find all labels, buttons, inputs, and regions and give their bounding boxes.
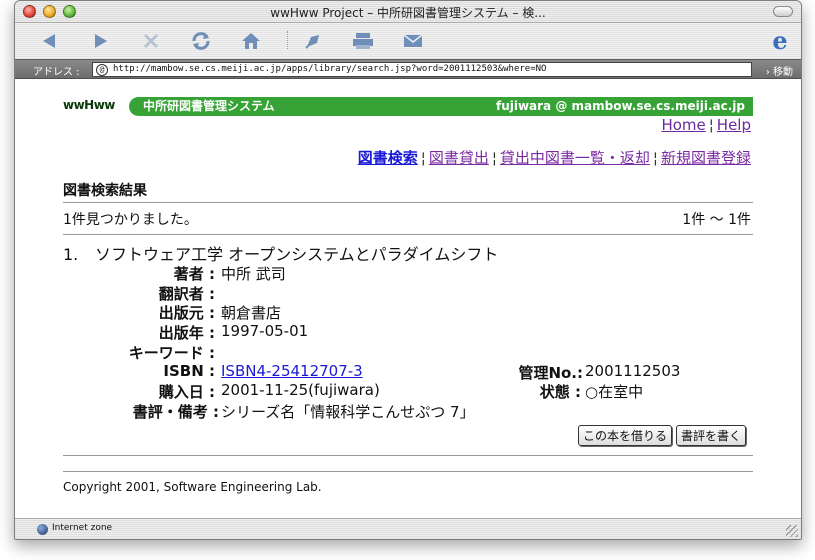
main-nav: 図書検索 ¦ 図書貸出 ¦ 貸出中図書一覧・返却 ¦ 新規図書登録 <box>358 147 751 168</box>
address-label: アドレス : <box>33 67 80 78</box>
system-title: 中所研図書管理システム <box>143 99 275 113</box>
page-content: wwHww 中所研図書管理システム fujiwara @ mambow.se.c… <box>15 80 801 519</box>
stop-button[interactable] <box>131 27 171 55</box>
window-title: wwHww Project – 中所研図書管理システム – 検... <box>270 6 546 20</box>
status-text: Internet zone <box>52 523 113 533</box>
results-heading: 図書検索結果 <box>63 183 147 199</box>
top-links: Home ¦ Help <box>661 116 751 134</box>
nav-list-return-link[interactable]: 貸出中図書一覧・返却 <box>500 149 650 167</box>
keyword-row: キーワード : <box>15 342 215 362</box>
address-url: http://mambow.se.cs.meiji.ac.jp/apps/lib… <box>113 64 547 74</box>
divider <box>63 455 753 456</box>
toolbar-separator <box>287 31 288 49</box>
logged-in-user: fujiwara @ mambow.se.cs.meiji.ac.jp <box>495 99 745 113</box>
status-value: ○在室中 <box>585 383 644 401</box>
results-range: 1件 〜 1件 <box>682 212 751 228</box>
nav-search-link[interactable]: 図書検索 <box>358 149 418 167</box>
autofill-icon <box>305 35 319 49</box>
author-value: 中所 武司 <box>221 265 286 283</box>
publisher-label: 出版元 : <box>158 304 215 322</box>
back-button[interactable] <box>29 27 69 55</box>
keyword-label: キーワード : <box>128 344 215 362</box>
page-icon: @ <box>96 64 108 76</box>
back-arrow-icon <box>43 34 55 48</box>
print-icon <box>353 33 373 49</box>
borrow-button[interactable]: この本を借りる <box>577 425 672 446</box>
year-value: 1997-05-01 <box>221 322 309 340</box>
divider <box>63 471 753 472</box>
author-row: 著者 : <box>15 263 215 283</box>
go-label: 移動 <box>773 67 793 78</box>
refresh-button[interactable] <box>181 27 221 55</box>
translator-label: 翻訳者 : <box>158 285 215 303</box>
print-button[interactable] <box>343 27 383 55</box>
divider <box>63 234 753 235</box>
site-banner: wwHww 中所研図書管理システム fujiwara @ mambow.se.c… <box>63 97 753 117</box>
mgmt-label: 管理No.: <box>518 364 583 382</box>
stop-icon <box>143 33 159 49</box>
title-bar[interactable]: wwHww Project – 中所研図書管理システム – 検... <box>15 1 801 23</box>
publisher-value: 朝倉書店 <box>221 304 282 322</box>
mail-icon <box>403 34 423 47</box>
mgmt-row: 管理No.: <box>15 362 583 382</box>
mail-button[interactable] <box>393 27 433 55</box>
publisher-row: 出版元 : <box>15 302 215 322</box>
status-label: 状態 : <box>539 383 581 401</box>
book-title-row: 1. ソフトウェア工学 オープンシステムとパラダイムシフト <box>63 241 498 265</box>
book-number: 1. <box>63 245 79 264</box>
copyright: Copyright 2001, Software Engineering Lab… <box>63 480 322 494</box>
book-actions: この本を借りる 書評を書く <box>577 425 746 446</box>
forward-arrow-icon <box>95 34 107 48</box>
year-row: 出版年 : <box>15 322 215 342</box>
autofill-button[interactable] <box>293 27 333 55</box>
resize-grip-icon[interactable] <box>786 525 798 537</box>
banner-bar: 中所研図書管理システム fujiwara @ mambow.se.cs.meij… <box>129 97 753 116</box>
home-link[interactable]: Home <box>661 116 705 134</box>
review-row: 書評・備考 : <box>15 401 219 421</box>
book-title: ソフトウェア工学 オープンシステムとパラダイムシフト <box>95 245 499 264</box>
mgmt-value: 2001112503 <box>585 362 681 380</box>
home-icon <box>242 33 260 49</box>
address-input[interactable]: @ http://mambow.se.cs.meiji.ac.jp/apps/l… <box>92 62 752 77</box>
address-bar: アドレス : @ http://mambow.se.cs.meiji.ac.jp… <box>15 59 801 79</box>
help-link[interactable]: Help <box>717 116 751 134</box>
status-row: 状態 : <box>15 381 581 401</box>
home-button[interactable] <box>231 27 271 55</box>
review-label: 書評・備考 : <box>132 403 219 421</box>
results-count: 1件見つかりました。 <box>63 212 198 228</box>
write-review-button[interactable]: 書評を書く <box>675 425 746 446</box>
author-label: 著者 : <box>173 265 215 283</box>
forward-button[interactable] <box>81 27 121 55</box>
browser-toolbar: e <box>15 23 801 59</box>
status-bar: Internet zone <box>15 518 801 539</box>
divider <box>63 202 753 203</box>
link-separator: ¦ <box>708 116 714 134</box>
year-label: 出版年 : <box>158 324 215 342</box>
nav-separator: ¦ <box>491 149 497 167</box>
site-logo: wwHww <box>63 98 115 112</box>
globe-icon <box>37 524 48 535</box>
ie-logo-icon: e <box>772 25 788 55</box>
nav-lend-link[interactable]: 図書貸出 <box>429 149 489 167</box>
refresh-icon <box>192 32 210 50</box>
translator-row: 翻訳者 : <box>15 283 215 303</box>
toolbar-toggle-button[interactable] <box>773 6 793 17</box>
browser-window: wwHww Project – 中所研図書管理システム – 検... e アドレ… <box>14 0 802 540</box>
go-button[interactable]: › 移動 <box>766 63 793 78</box>
nav-separator: ¦ <box>420 149 426 167</box>
nav-register-link[interactable]: 新規図書登録 <box>661 149 751 167</box>
review-value: シリーズ名「情報科学こんせぷつ 7」 <box>221 403 475 421</box>
nav-separator: ¦ <box>652 149 658 167</box>
